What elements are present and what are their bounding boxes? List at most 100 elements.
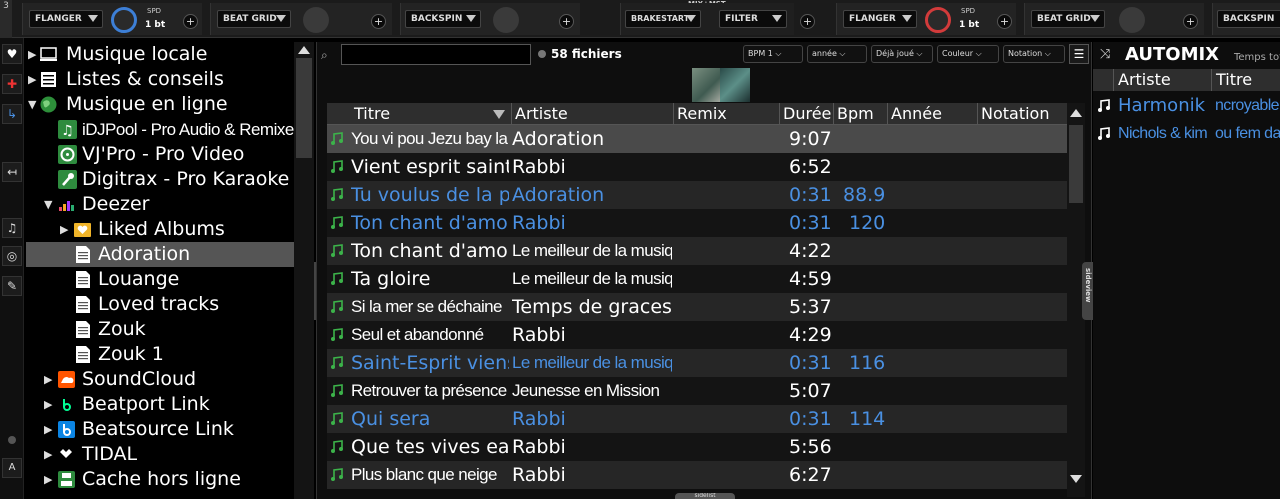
table-row[interactable]: Tu voulus de la paix Adoration 0:31 88.9	[327, 181, 1079, 209]
fx1-right-dropdown[interactable]: FLANGER	[843, 10, 917, 28]
scroll-up-icon[interactable]	[298, 46, 310, 54]
tree-scrollbar[interactable]	[294, 42, 314, 499]
speed-knob-right[interactable]	[925, 7, 951, 33]
expand-arrow-icon[interactable]: ▶	[60, 217, 68, 242]
table-row[interactable]: Ton chant d'amour Rabbi 0:31 120	[327, 209, 1079, 237]
tree-item-beatport[interactable]: ▶ Beatport Link	[26, 392, 294, 417]
tree-item-zouk-1[interactable]: Zouk 1	[26, 342, 294, 367]
tree-item-deezer[interactable]: ▼ Deezer	[26, 192, 294, 217]
table-row[interactable]: Vient esprit saint Rabbi 6:52	[327, 153, 1079, 181]
table-row[interactable]: You vi pou Jezu bay la pe Adoration 9:07	[327, 125, 1079, 153]
tree-item-beatsource[interactable]: ▶ Beatsource Link	[26, 417, 294, 442]
expand-arrow-icon[interactable]: ▶	[44, 467, 52, 492]
tree-item-louange[interactable]: Louange	[26, 267, 294, 292]
table-row[interactable]: Retrouver ta présence Jeunesse en Missio…	[327, 377, 1079, 405]
brakestart-dropdown[interactable]: BRAKESTART	[625, 10, 701, 28]
table-row[interactable]: Saint-Esprit viens Le meilleur de la mus…	[327, 349, 1079, 377]
tree-item-zouk[interactable]: Zouk	[26, 317, 294, 342]
column-rating[interactable]: Notation	[977, 103, 1077, 125]
add-fx-button[interactable]: +	[997, 14, 1012, 29]
sidelist-tab[interactable]: sidelist	[675, 493, 735, 499]
cover-art[interactable]	[720, 68, 750, 102]
menu-icon[interactable]: ☰	[1069, 44, 1089, 64]
music-note-icon	[331, 216, 343, 229]
column-remix[interactable]: Remix	[673, 103, 777, 125]
tree-item-liked-albums[interactable]: ▶ Liked Albums	[26, 217, 294, 242]
deck-number[interactable]: 3	[0, 0, 12, 38]
collapse-arrow-icon[interactable]: ▼	[44, 192, 52, 217]
favorites-add-icon[interactable]: ♥	[2, 44, 22, 64]
column-title[interactable]: Titre	[351, 103, 513, 125]
add-fx-button[interactable]: +	[559, 14, 574, 29]
collapse-arrow-icon[interactable]: ▼	[28, 92, 36, 117]
rating-filter-button[interactable]: Notation ⌵	[1003, 45, 1065, 63]
expand-arrow-icon[interactable]: ▶	[28, 42, 36, 67]
tree-item-digitrax[interactable]: Digitrax - Pro Karaoke	[26, 167, 294, 192]
fx3-right-dropdown[interactable]: BACKSPIN	[1217, 10, 1280, 28]
tree-item-tidal[interactable]: ▶ TIDAL	[26, 442, 294, 467]
column-artist[interactable]: Artiste	[1113, 69, 1211, 91]
fx2-dropdown[interactable]: BEAT GRID	[217, 10, 291, 28]
table-row[interactable]: Ta gloire Le meilleur de la musiq... 4:5…	[327, 265, 1079, 293]
fx1-dropdown[interactable]: FLANGER	[29, 10, 103, 28]
cover-art[interactable]	[692, 68, 720, 102]
tree-item-local-music[interactable]: ▶ Musique locale	[26, 42, 294, 67]
column-title[interactable]: Titre	[1211, 69, 1280, 91]
music-filter-icon[interactable]: ♫	[2, 218, 22, 238]
table-row[interactable]: Si la mer se déchaine Temps de graces 5:…	[327, 293, 1079, 321]
column-year[interactable]: Année	[887, 103, 977, 125]
status-dot	[8, 436, 16, 444]
tree-item-lists[interactable]: ▶ Listes & conseils	[26, 67, 294, 92]
add-fx-button[interactable]: +	[183, 14, 198, 29]
expand-arrow-icon[interactable]: ▶	[44, 367, 52, 392]
tree-item-adoration[interactable]: Adoration	[26, 242, 294, 267]
automix-row[interactable]: Harmonik ncroyable c	[1093, 92, 1280, 120]
auto-icon[interactable]: A	[2, 458, 22, 478]
video-filter-icon[interactable]: ◎	[2, 246, 22, 266]
add-fx-button[interactable]: +	[1183, 14, 1198, 29]
expand-arrow-icon[interactable]: ▶	[44, 442, 52, 467]
shuffle-icon[interactable]: ⤨	[1100, 47, 1110, 62]
played-filter-button[interactable]: Déjà joué ⌵	[871, 45, 933, 63]
remove-from-list-icon[interactable]: ✚	[2, 74, 22, 94]
expand-arrow-icon[interactable]: ▶	[44, 392, 52, 417]
table-row[interactable]: Seul et abandonné Rabbi 4:29	[327, 321, 1079, 349]
tree-item-offline-cache[interactable]: ▶ Cache hors ligne	[26, 467, 294, 492]
tree-item-idjpool[interactable]: ♫ iDJPool - Pro Audio & Remixes	[26, 117, 294, 142]
automix-row[interactable]: Nichols & kim ou fem da	[1093, 120, 1280, 148]
scroll-thumb[interactable]	[296, 58, 312, 158]
back-icon[interactable]: ↤	[2, 162, 22, 182]
column-duration[interactable]: Durée	[779, 103, 833, 125]
table-row[interactable]: Ton chant d'amour Le meilleur de la musi…	[327, 237, 1079, 265]
speed-knob[interactable]	[111, 7, 137, 33]
tree-item-online-music[interactable]: ▼ Musique en ligne	[26, 92, 294, 117]
tree-item-loved-tracks[interactable]: Loved tracks	[26, 292, 294, 317]
color-filter-button[interactable]: Couleur ⌵	[937, 45, 999, 63]
fx3-dropdown[interactable]: BACKSPIN	[405, 10, 481, 28]
column-artist[interactable]: Artiste	[511, 103, 673, 125]
filter-dropdown[interactable]: FILTER	[719, 10, 787, 28]
karaoke-filter-icon[interactable]: ✎	[2, 276, 22, 296]
column-bpm[interactable]: Bpm	[833, 103, 887, 125]
bpm-filter-button[interactable]: BPM 1 ⌵	[743, 45, 803, 63]
add-to-automix-icon[interactable]: ↳	[2, 104, 22, 124]
tree-item-vjpro[interactable]: VJ'Pro - Pro Video	[26, 142, 294, 167]
expand-arrow-icon[interactable]: ▶	[28, 67, 36, 92]
table-row[interactable]: Plus blanc que neige Rabbi 6:27	[327, 461, 1079, 489]
fx2-right-dropdown[interactable]: BEAT GRID	[1031, 10, 1105, 28]
table-row[interactable]: Qui sera Rabbi 0:31 114	[327, 405, 1079, 433]
scroll-up-icon[interactable]	[1070, 109, 1082, 117]
add-fx-button[interactable]: +	[371, 14, 386, 29]
scroll-down-icon[interactable]	[1070, 475, 1082, 483]
year-filter-button[interactable]: année ⌵	[807, 45, 867, 63]
expand-arrow-icon[interactable]: ▶	[44, 417, 52, 442]
fx2-right-knob[interactable]	[1119, 7, 1145, 33]
scroll-thumb[interactable]	[1069, 125, 1083, 203]
sort-desc-icon[interactable]	[493, 110, 505, 119]
table-row[interactable]: Que tes vives eaux Rabbi 5:56	[327, 433, 1079, 461]
tree-item-soundcloud[interactable]: ▶ SoundCloud	[26, 367, 294, 392]
fx3-knob[interactable]	[493, 7, 519, 33]
fx2-knob[interactable]	[303, 7, 329, 33]
search-input[interactable]	[341, 44, 531, 65]
add-fx-button[interactable]: +	[800, 14, 815, 29]
